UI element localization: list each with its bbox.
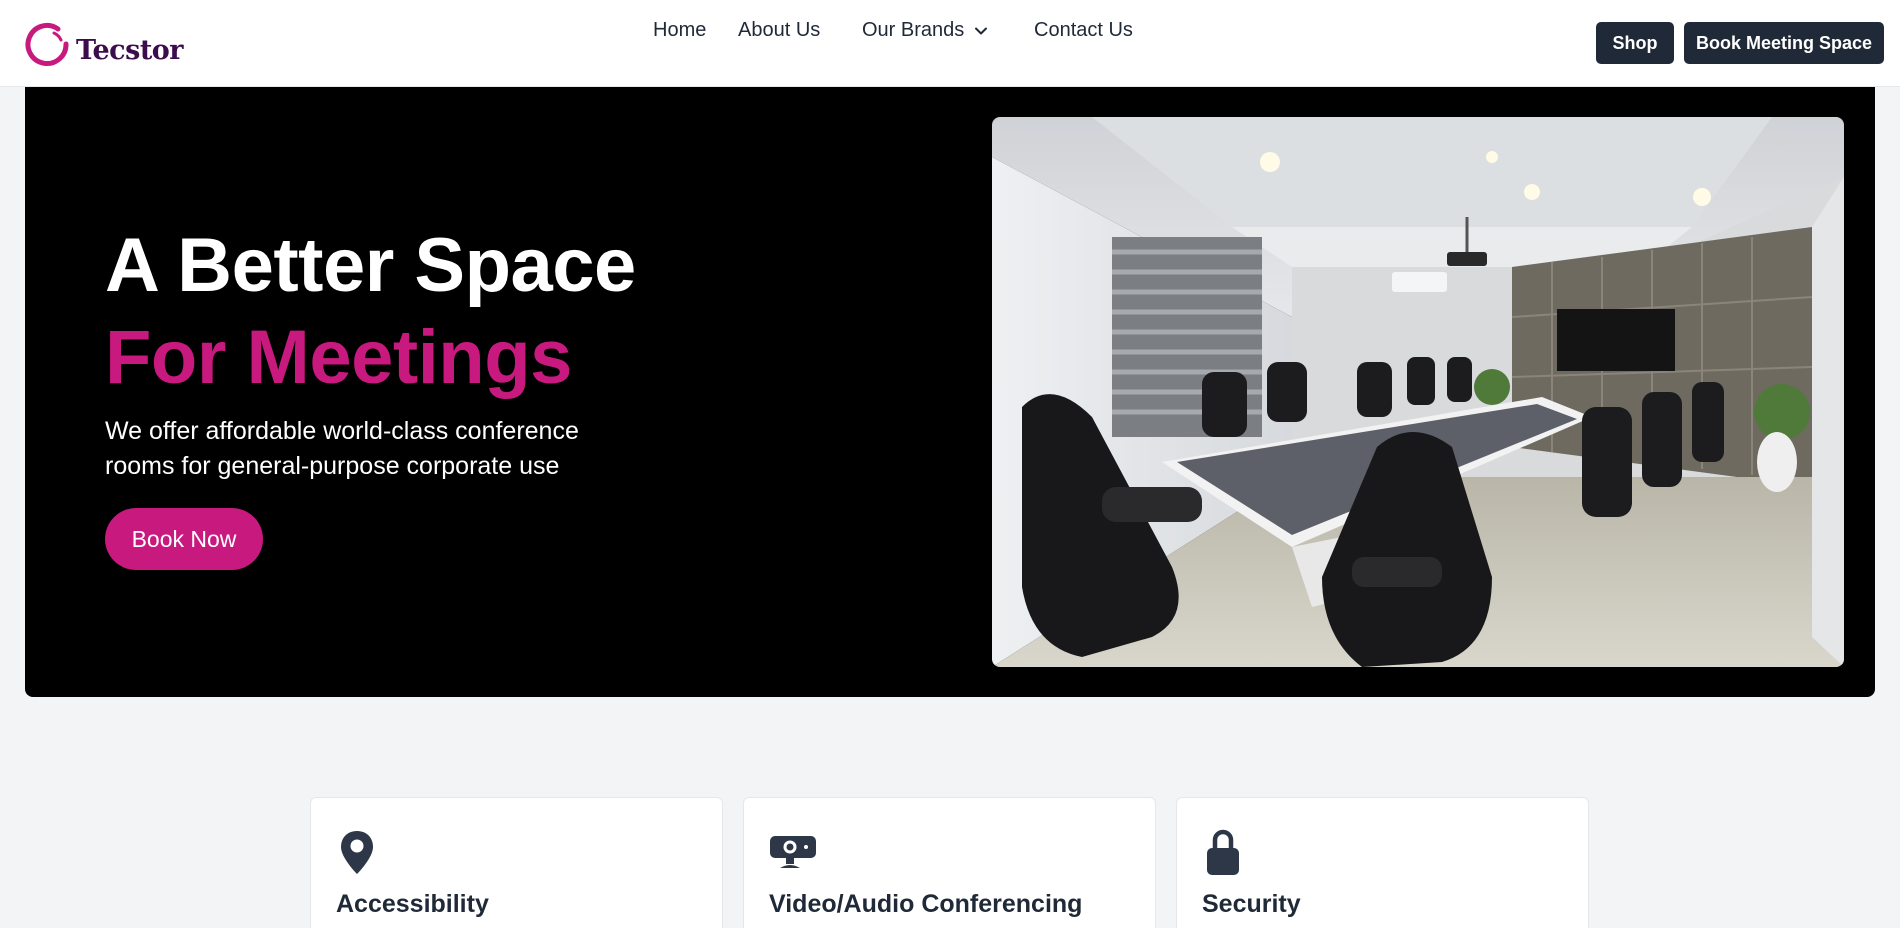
chevron-down-icon	[975, 27, 988, 35]
nav-about-us[interactable]: About Us	[738, 19, 820, 42]
book-now-button[interactable]: Book Now	[105, 508, 263, 570]
brand-logo[interactable]: Tecstor	[24, 18, 184, 70]
site-header: Tecstor Home About Us Our Brands Contact…	[0, 0, 1900, 87]
feature-title: Video/Audio Conferencing	[769, 890, 1083, 918]
feature-card-conferencing: Video/Audio Conferencing	[743, 797, 1156, 928]
logo-ring-icon	[25, 23, 69, 66]
feature-title: Security	[1202, 890, 1301, 918]
nav-our-brands-label: Our Brands	[862, 18, 965, 41]
hero-title-line1: A Better Space	[105, 223, 636, 308]
nav-our-brands[interactable]: Our Brands	[862, 19, 988, 42]
feature-card-accessibility: Accessibility	[310, 797, 723, 928]
conference-room-illustration	[992, 117, 1844, 667]
book-meeting-space-button[interactable]: Book Meeting Space	[1684, 22, 1884, 64]
lock-icon	[1207, 829, 1239, 875]
feature-card-security: Security	[1176, 797, 1589, 928]
nav-home[interactable]: Home	[653, 19, 706, 42]
projector-icon	[770, 836, 816, 868]
shop-button[interactable]: Shop	[1596, 22, 1674, 64]
feature-title: Accessibility	[336, 890, 489, 918]
map-pin-icon	[341, 831, 373, 874]
hero-subtitle: We offer affordable world-class conferen…	[105, 417, 579, 480]
brand-name: Tecstor	[76, 34, 184, 66]
conference-room-photo	[992, 117, 1844, 667]
hero-title-line2: For Meetings	[105, 315, 572, 400]
hero-section: A Better Space For Meetings We offer aff…	[25, 87, 1875, 697]
nav-contact-us[interactable]: Contact Us	[1034, 19, 1133, 42]
